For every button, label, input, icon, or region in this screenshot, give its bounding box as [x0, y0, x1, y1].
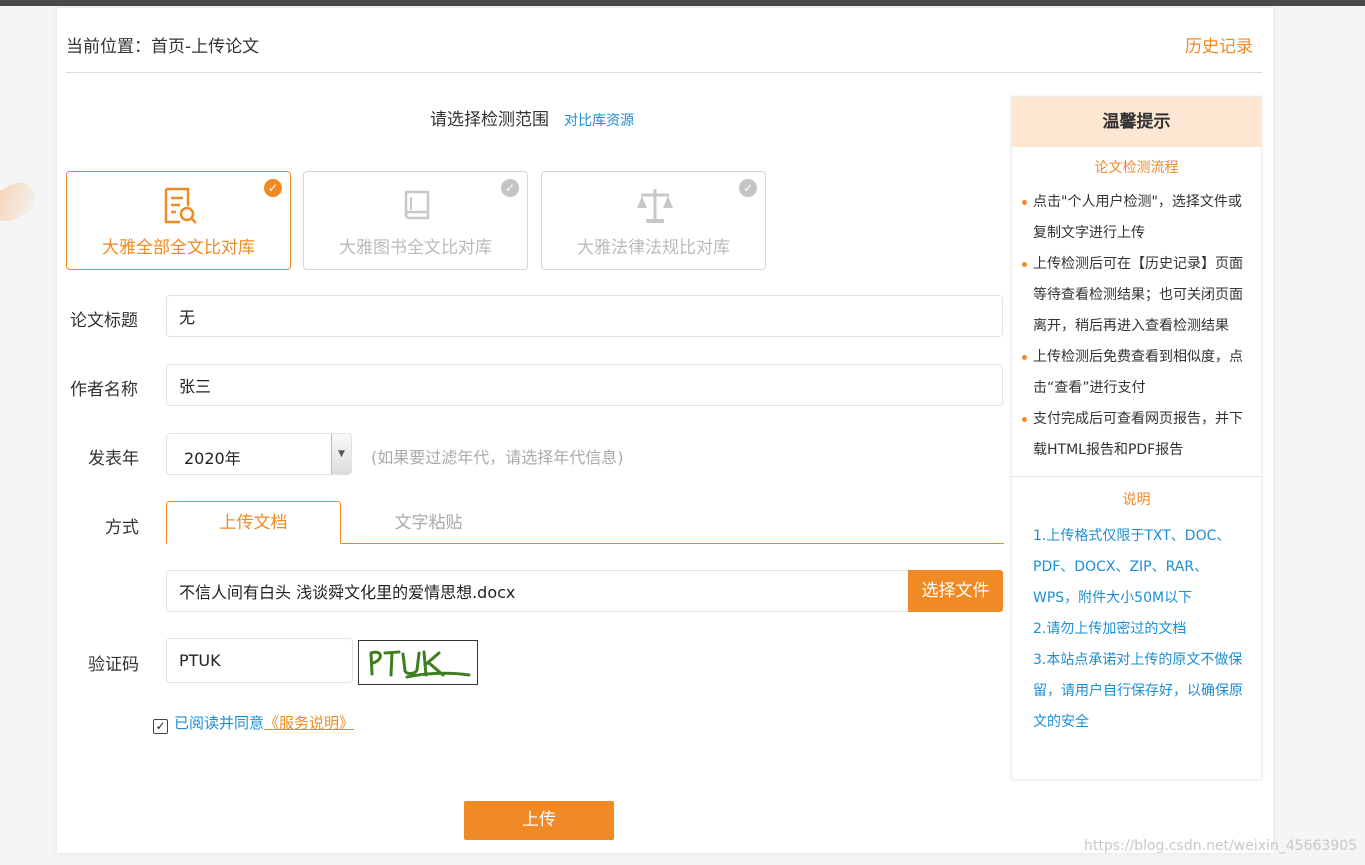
scope-title: 请选择检测范围 — [430, 110, 549, 130]
library-card-all[interactable]: 大雅全部全文比对库 ✓ — [66, 171, 291, 270]
agreement-row: ✓ 已阅读并同意《服务说明》 — [153, 712, 354, 734]
check-icon: ✓ — [264, 179, 282, 197]
captcha-glyphs — [369, 650, 471, 679]
main-panel: 当前位置：首页-上传论文 历史记录 请选择检测范围 对比库资源 大雅全部全文比对… — [57, 8, 1273, 853]
book-icon — [404, 190, 430, 220]
check-icon: ✓ — [739, 179, 757, 197]
file-name-field[interactable]: 不信人间有白头 浅谈舜文化里的爱情思想.docx — [166, 570, 909, 612]
library-label: 大雅法律法规比对库 — [577, 238, 730, 258]
library-label: 大雅全部全文比对库 — [102, 238, 255, 258]
notes-list: 1.上传格式仅限于TXT、DOC、PDF、DOCX、ZIP、RAR、WPS，附件… — [1012, 521, 1261, 738]
decorative-shape — [0, 177, 41, 227]
library-label: 大雅图书全文比对库 — [339, 238, 492, 258]
scope-row: 请选择检测范围 对比库资源 — [430, 105, 634, 130]
library-resources-link[interactable]: 对比库资源 — [564, 113, 634, 129]
tab-paste-text[interactable]: 文字粘贴 — [341, 501, 516, 544]
tips-title: 温馨提示 — [1012, 97, 1261, 147]
tips-divider — [1012, 476, 1261, 477]
list-item: 2.请勿上传加密过的文档 — [1033, 621, 1187, 637]
agree-text: 已阅读并同意 — [174, 714, 265, 732]
title-input[interactable]: 无 — [166, 295, 1003, 337]
document-search-icon — [164, 187, 197, 224]
year-label: 发表年 — [88, 449, 139, 469]
method-label: 方式 — [105, 518, 139, 538]
library-card-books[interactable]: 大雅图书全文比对库 ✓ — [303, 171, 528, 270]
title-label: 论文标题 — [70, 311, 138, 331]
author-label: 作者名称 — [70, 380, 138, 400]
tab-upload-document[interactable]: 上传文档 — [166, 501, 341, 544]
header-divider — [66, 72, 1262, 73]
service-terms-link[interactable]: 《服务说明》 — [264, 714, 354, 732]
list-item: 点击"个人用户检测"，选择文件或复制文字进行上传 — [1022, 187, 1245, 249]
list-item: 3.本站点承诺对上传的原文不做保留，请用户自行保存好，以确保原文的安全 — [1033, 652, 1243, 730]
year-selected-value: 2020年 — [184, 449, 241, 468]
upload-button[interactable]: 上传 — [464, 801, 614, 840]
year-hint: (如果要过滤年代，请选择年代信息) — [371, 448, 624, 467]
captcha-label: 验证码 — [88, 655, 139, 675]
top-bar — [0, 0, 1365, 6]
library-card-law[interactable]: 大雅法律法规比对库 ✓ — [541, 171, 766, 270]
choose-file-button[interactable]: 选择文件 — [908, 570, 1003, 612]
scale-icon — [637, 189, 673, 223]
notes-title: 说明 — [1122, 492, 1151, 508]
captcha-image[interactable] — [358, 640, 478, 685]
process-list: 点击"个人用户检测"，选择文件或复制文字进行上传 上传检测后可在【历史记录】页面… — [1012, 187, 1261, 466]
year-select[interactable]: 2020年 ▼ — [166, 433, 352, 475]
list-item: 1.上传格式仅限于TXT、DOC、PDF、DOCX、ZIP、RAR、WPS，附件… — [1033, 528, 1231, 606]
agree-checkbox[interactable]: ✓ — [153, 719, 168, 734]
breadcrumb: 当前位置：首页-上传论文 — [66, 37, 260, 57]
captcha-input[interactable]: PTUK — [166, 638, 353, 683]
list-item: 上传检测后可在【历史记录】页面等待查看检测结果；也可关闭页面离开，稍后再进入查看… — [1022, 249, 1245, 342]
list-item: 上传检测后免费查看到相似度，点击“查看”进行支付 — [1022, 342, 1245, 404]
check-icon: ✓ — [501, 179, 519, 197]
chevron-down-icon[interactable]: ▼ — [331, 434, 351, 474]
history-link[interactable]: 历史记录 — [1185, 32, 1253, 57]
author-input[interactable]: 张三 — [166, 364, 1003, 406]
watermark: https://blog.csdn.net/weixin_45663905 — [1084, 838, 1358, 854]
process-title: 论文检测流程 — [1094, 160, 1179, 176]
tips-panel: 温馨提示 论文检测流程 点击"个人用户检测"，选择文件或复制文字进行上传 上传检… — [1011, 96, 1262, 780]
list-item: 支付完成后可查看网页报告，并下载HTML报告和PDF报告 — [1022, 404, 1245, 466]
